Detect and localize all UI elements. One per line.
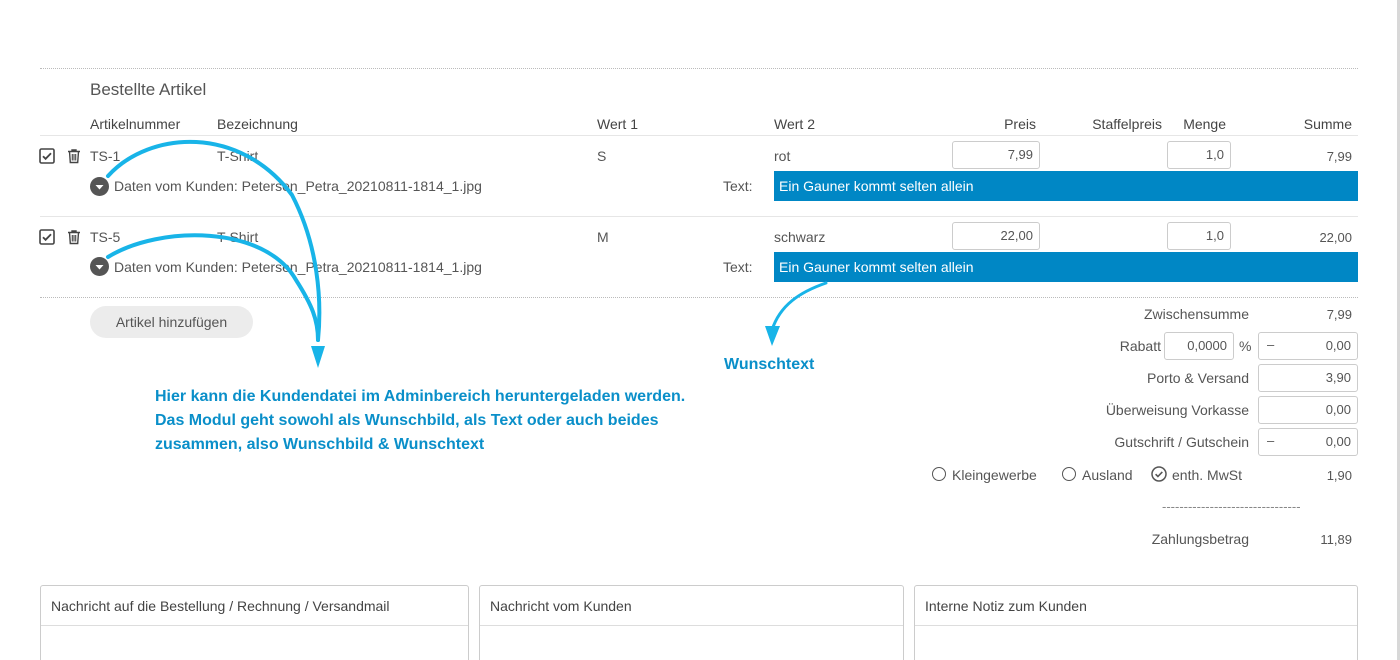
shipping-input[interactable]: 3,90 [1258,364,1358,392]
order-message-title: Nachricht auf die Bestellung / Rechnung … [41,586,468,626]
discount-label: Rabatt [1119,338,1161,354]
trash-icon[interactable] [66,229,82,245]
customer-message-title: Nachricht vom Kunden [480,586,903,626]
mwst-value: 1,90 [1326,468,1352,483]
minus-sign: – [1267,337,1275,352]
custom-text-value: Ein Gauner kommt selten allein [774,252,1358,282]
col-bezeichnung: Bezeichnung [217,116,298,132]
discount-percent-input[interactable]: 0,0000 [1164,332,1234,360]
total-value: 11,89 [1320,532,1352,547]
trash-icon[interactable] [66,148,82,164]
col-summe: Summe [1303,116,1352,132]
checkbox-checked-icon[interactable] [39,148,55,164]
order-message-box[interactable]: Nachricht auf die Bestellung / Rechnung … [40,585,469,660]
col-preis: Preis [1004,116,1036,132]
internal-note-box[interactable]: Interne Notiz zum Kunden [914,585,1358,660]
row-wert2: schwarz [774,229,826,245]
minus-sign: – [1267,433,1275,448]
voucher-label: Gutschrift / Gutschein [1114,434,1249,450]
col-artikelnummer: Artikelnummer [90,116,181,132]
mwst-radio-checked-icon[interactable] [1151,466,1167,482]
total-label: Zahlungsbetrag [1151,531,1249,547]
row-summe: 7,99 [1326,149,1352,164]
percent-sign: % [1239,338,1252,354]
annotation-hint-line2: Das Modul geht sowohl als Wunschbild, al… [155,412,659,429]
price-input[interactable]: 22,00 [952,222,1040,250]
annotation-wunschtext: Wunschtext [724,356,815,373]
quantity-input[interactable]: 1,0 [1167,222,1231,250]
voucher-value: 0,00 [1325,434,1351,449]
row-summe: 22,00 [1319,230,1352,245]
shipping-label: Porto & Versand [1147,370,1249,386]
kleingewerbe-radio[interactable] [932,467,946,481]
row-bezeichnung: T-Shirt [217,148,259,164]
top-divider [40,68,1358,69]
row-wert2: rot [774,148,791,164]
price-input[interactable]: 7,99 [952,141,1040,169]
internal-note-title: Interne Notiz zum Kunden [915,586,1357,626]
table-bottom-divider [40,297,1358,298]
row-wert1: S [597,148,607,164]
discount-amount-input[interactable]: – 0,00 [1258,332,1358,360]
col-staffelpreis: Staffelpreis [1092,116,1162,132]
custom-text-value: Ein Gauner kommt selten allein [774,171,1358,201]
ausland-label: Ausland [1082,467,1133,483]
discount-amount-value: 0,00 [1325,338,1351,353]
checkbox-checked-icon[interactable] [39,229,55,245]
totals-separator: -------------------------------- [1162,499,1301,514]
row-divider [40,216,1358,217]
download-toggle-icon[interactable] [90,257,109,276]
row-artikelnummer: TS-1 [90,148,121,164]
prepayment-label: Überweisung Vorkasse [1105,402,1249,418]
voucher-input[interactable]: – 0,00 [1258,428,1358,456]
quantity-input[interactable]: 1,0 [1167,141,1231,169]
mwst-label: enth. MwSt [1172,467,1243,483]
ausland-radio[interactable] [1062,467,1076,481]
row-artikelnummer: TS-5 [90,229,121,245]
text-label: Text: [723,178,753,194]
subtotal-label: Zwischensumme [1143,306,1249,322]
header-divider [40,135,1358,136]
customer-file-link[interactable]: Daten vom Kunden: Petersen_Petra_2021081… [114,178,482,194]
row-wert1: M [597,229,609,245]
customer-file-link[interactable]: Daten vom Kunden: Petersen_Petra_2021081… [114,259,482,275]
col-wert2: Wert 2 [774,116,815,132]
download-toggle-icon[interactable] [90,177,109,196]
prepayment-input[interactable]: 0,00 [1258,396,1358,424]
kleingewerbe-label: Kleingewerbe [952,467,1037,483]
add-article-button[interactable]: Artikel hinzufügen [90,306,253,338]
annotation-hint-line3: zusammen, also Wunschbild & Wunschtext [155,436,485,453]
annotation-hint-line1: Hier kann die Kundendatei im Adminbereic… [155,388,686,405]
customer-message-box[interactable]: Nachricht vom Kunden [479,585,904,660]
text-label: Text: [723,259,753,275]
section-title: Bestellte Artikel [90,80,207,99]
subtotal-value: 7,99 [1326,307,1352,322]
row-bezeichnung: T-Shirt [217,229,259,245]
col-menge: Menge [1183,116,1226,132]
col-wert1: Wert 1 [597,116,638,132]
